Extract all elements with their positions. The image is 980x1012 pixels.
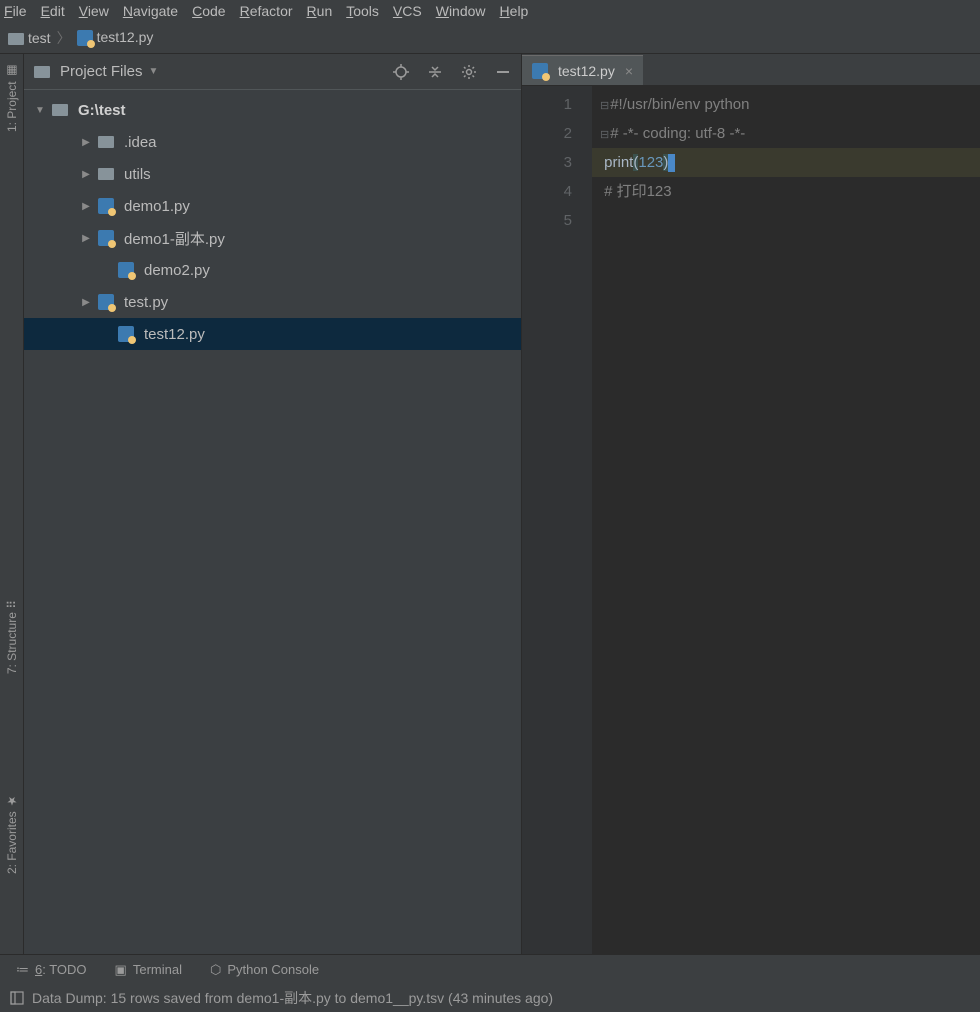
editor-tabbar: test12.py × — [522, 54, 980, 86]
breadcrumb: test 〉 test12.py — [0, 22, 980, 54]
chevron-down-icon: ▼ — [34, 105, 46, 116]
chevron-right-icon: ▶ — [80, 169, 92, 180]
chevron-right-icon: ▶ — [80, 137, 92, 148]
list-icon: ≔ — [16, 962, 29, 978]
python-file-icon — [98, 198, 114, 214]
status-bar: Data Dump: 15 rows saved from demo1-副本.p… — [0, 984, 980, 1012]
menu-refactor[interactable]: Refactor — [240, 3, 293, 19]
tree-item[interactable]: ▶test.py — [24, 286, 521, 318]
python-file-icon — [118, 262, 134, 278]
tool-todo[interactable]: ≔6: TODO — [16, 962, 87, 978]
menu-run[interactable]: Run — [307, 3, 333, 19]
sidebar-tab-structure[interactable]: 7: Structure ⠿ — [5, 600, 19, 674]
folder-icon — [34, 66, 50, 78]
folder-icon — [52, 104, 68, 116]
menu-edit[interactable]: Edit — [41, 3, 65, 19]
python-file-icon — [532, 63, 548, 79]
collapse-icon[interactable] — [427, 64, 443, 80]
sidebar-tab-favorites[interactable]: 2: Favorites ★ — [5, 794, 19, 874]
chevron-right-icon: ▶ — [80, 297, 92, 308]
project-panel: Project Files ▼ ▼ G:\test ▶.idea▶utils▶d… — [24, 54, 522, 954]
bottom-toolbar: ≔6: TODO ▣Terminal ⬡Python Console — [0, 954, 980, 984]
hide-icon[interactable] — [495, 64, 511, 80]
folder-icon — [8, 33, 24, 45]
python-file-icon — [98, 294, 114, 310]
project-panel-title[interactable]: Project Files ▼ — [34, 63, 393, 80]
tool-terminal[interactable]: ▣Terminal — [115, 962, 182, 978]
tree-item[interactable]: test12.py — [24, 318, 521, 350]
code-area[interactable]: 12345 ⊟#!/usr/bin/env python⊟# -*- codin… — [522, 86, 980, 954]
sidebar-tab-project[interactable]: 1: Project ▦ — [5, 64, 19, 132]
menu-tools[interactable]: Tools — [346, 3, 379, 19]
folder-icon — [98, 168, 114, 180]
menu-vcs[interactable]: VCS — [393, 3, 422, 19]
breadcrumb-root[interactable]: test — [8, 30, 51, 46]
menu-bar: File Edit View Navigate Code Refactor Run Tools… — [0, 0, 980, 22]
python-file-icon — [118, 326, 134, 342]
python-icon: ⬡ — [210, 962, 221, 978]
python-file-icon — [98, 230, 114, 246]
code-content[interactable]: ⊟#!/usr/bin/env python⊟# -*- coding: utf… — [592, 86, 980, 954]
menu-view[interactable]: View — [79, 3, 109, 19]
breadcrumb-file[interactable]: test12.py — [77, 29, 154, 46]
menu-navigate[interactable]: Navigate — [123, 3, 178, 19]
editor-tab[interactable]: test12.py × — [522, 55, 643, 85]
locate-icon[interactable] — [393, 64, 409, 80]
menu-window[interactable]: Window — [436, 3, 486, 19]
python-file-icon — [77, 30, 93, 46]
tree-item[interactable]: ▶utils — [24, 158, 521, 190]
editor: test12.py × 12345 ⊟#!/usr/bin/env python… — [522, 54, 980, 954]
ide-icon — [10, 991, 24, 1005]
line-gutter: 12345 — [522, 86, 592, 954]
chevron-right-icon: ▶ — [80, 233, 92, 244]
tree-item[interactable]: demo2.py — [24, 254, 521, 286]
menu-code[interactable]: Code — [192, 3, 225, 19]
tree-item[interactable]: ▶demo1-副本.py — [24, 222, 521, 254]
tool-python-console[interactable]: ⬡Python Console — [210, 962, 319, 978]
tree-item[interactable]: ▶.idea — [24, 126, 521, 158]
tree-item[interactable]: ▶demo1.py — [24, 190, 521, 222]
chevron-right-icon: 〉 — [57, 28, 71, 48]
project-tree: ▼ G:\test ▶.idea▶utils▶demo1.py▶demo1-副本… — [24, 90, 521, 954]
menu-help[interactable]: Help — [500, 3, 529, 19]
close-icon[interactable]: × — [625, 63, 633, 79]
project-panel-header: Project Files ▼ — [24, 54, 521, 90]
tree-root[interactable]: ▼ G:\test — [24, 94, 521, 126]
menu-file[interactable]: File — [4, 3, 27, 19]
chevron-down-icon: ▼ — [149, 66, 159, 77]
left-tool-gutter: 1: Project ▦ 7: Structure ⠿ 2: Favorites… — [0, 54, 24, 954]
chevron-right-icon: ▶ — [80, 201, 92, 212]
folder-icon — [98, 136, 114, 148]
terminal-icon: ▣ — [115, 962, 127, 978]
gear-icon[interactable] — [461, 64, 477, 80]
status-text: Data Dump: 15 rows saved from demo1-副本.p… — [32, 988, 553, 1008]
